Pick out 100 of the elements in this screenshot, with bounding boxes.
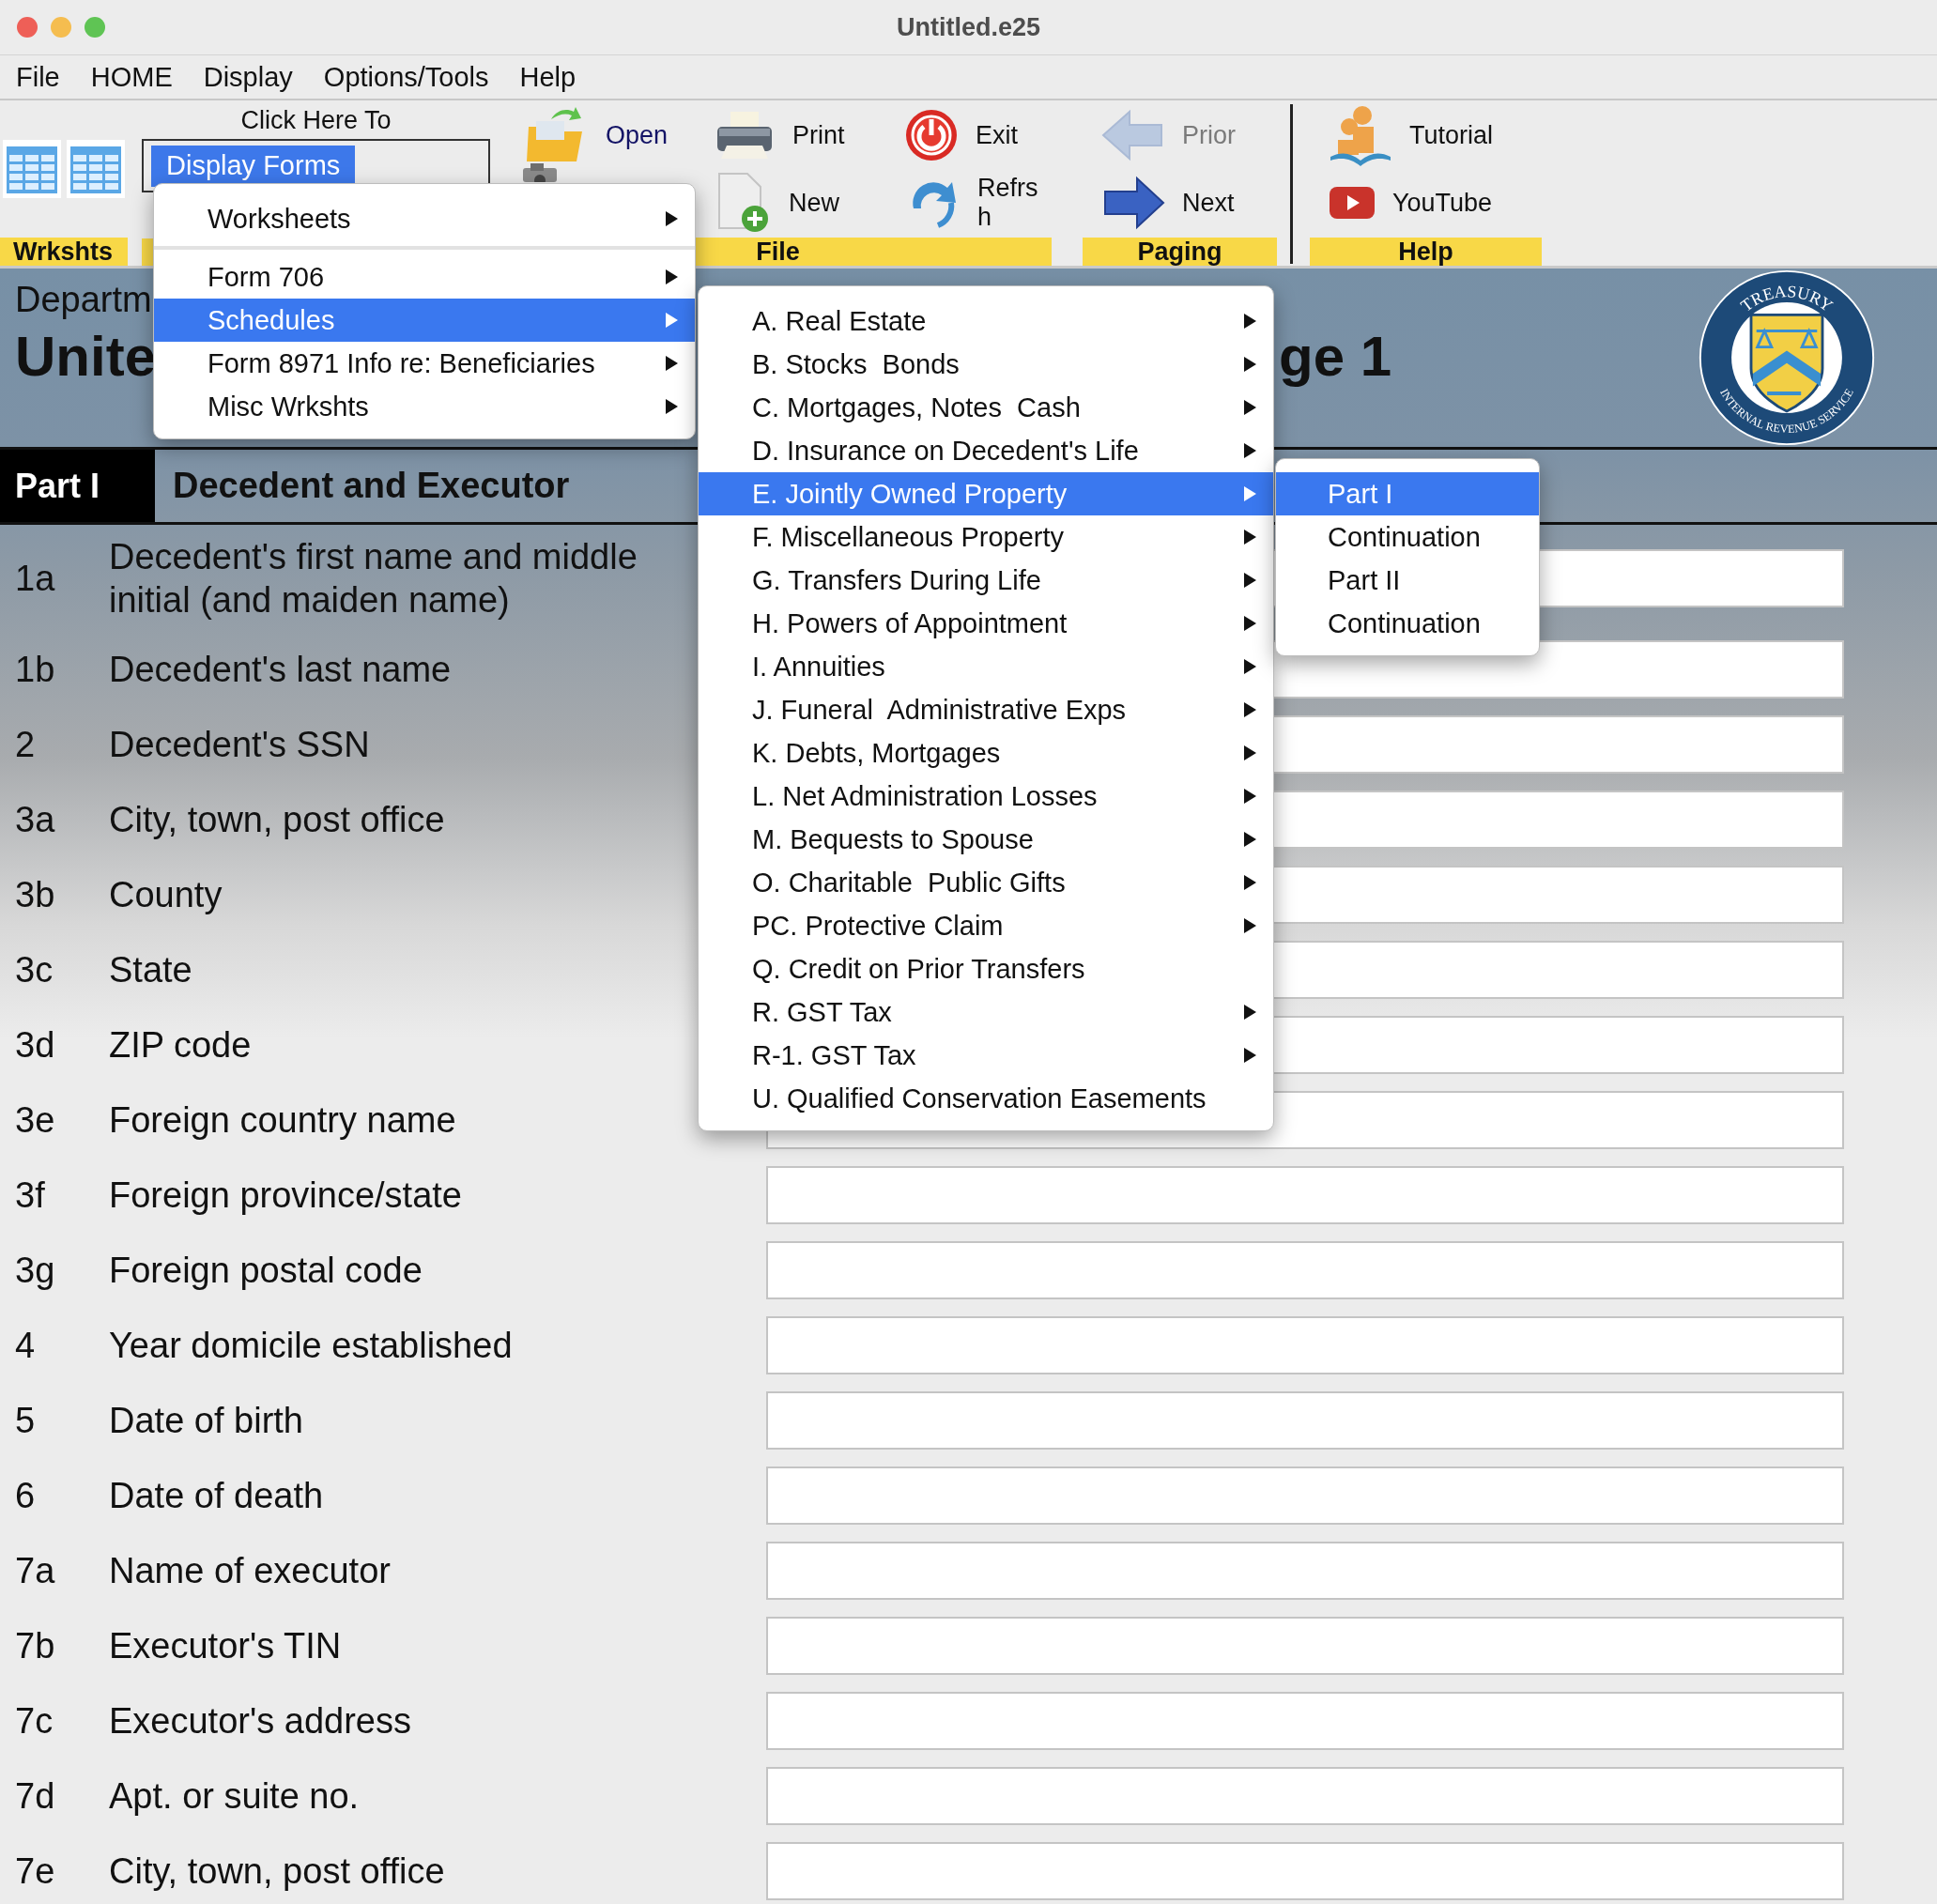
menu-item[interactable]: Worksheets bbox=[154, 197, 695, 240]
menu-item[interactable]: A. Real Estate bbox=[699, 299, 1273, 343]
form-title: ge 1 bbox=[1279, 324, 1392, 389]
field-label: Date of birth bbox=[109, 1400, 303, 1442]
exit-button[interactable]: Exit bbox=[904, 108, 1095, 162]
menu-item[interactable]: F. Miscellaneous Property bbox=[699, 515, 1273, 559]
input-field[interactable] bbox=[766, 1391, 1844, 1450]
line-number: 7c bbox=[15, 1700, 54, 1742]
input-field[interactable] bbox=[766, 1542, 1844, 1600]
submenu-arrow-icon bbox=[666, 269, 678, 284]
print-button[interactable]: Print bbox=[714, 108, 904, 162]
submenu-arrow-icon bbox=[1244, 314, 1256, 329]
spreadsheet-icon[interactable] bbox=[2, 139, 62, 199]
zoom-button[interactable] bbox=[85, 17, 105, 38]
menu-item[interactable]: Part II bbox=[1276, 559, 1539, 602]
line-number: 3a bbox=[15, 799, 55, 840]
field-label: Foreign postal code bbox=[109, 1250, 423, 1292]
menu-item[interactable]: Q. Credit on Prior Transfers bbox=[699, 947, 1273, 990]
submenu-arrow-icon bbox=[666, 313, 678, 328]
menu-item[interactable]: Continuation bbox=[1276, 602, 1539, 645]
field-label: Name of executor bbox=[109, 1550, 391, 1592]
field-label: City, town, post office bbox=[109, 1850, 445, 1893]
menu-item[interactable]: K. Debts, Mortgages bbox=[699, 731, 1273, 775]
youtube-button[interactable]: YouTube bbox=[1329, 186, 1545, 220]
menu-item[interactable]: Misc Wrkshts bbox=[154, 385, 695, 428]
input-field[interactable] bbox=[766, 1842, 1844, 1900]
submenu-arrow-icon bbox=[1244, 745, 1256, 760]
menu-item[interactable]: O. Charitable Public Gifts bbox=[699, 861, 1273, 904]
input-field[interactable] bbox=[766, 1692, 1844, 1750]
spreadsheet-icon[interactable] bbox=[66, 139, 126, 199]
menu-item[interactable]: Form 8971 Info re: Beneficiaries bbox=[154, 342, 695, 385]
line-number: 7d bbox=[15, 1775, 55, 1817]
line-number: 7a bbox=[15, 1550, 55, 1591]
submenu-arrow-icon bbox=[1244, 918, 1256, 933]
menu-item[interactable]: L. Net Administration Losses bbox=[699, 775, 1273, 818]
window-title: Untitled.e25 bbox=[896, 12, 1040, 42]
menu-item[interactable]: PC. Protective Claim bbox=[699, 904, 1273, 947]
input-field[interactable] bbox=[766, 1767, 1844, 1825]
caption-text: Click Here To bbox=[240, 106, 392, 135]
refresh-button[interactable]: Refrs h bbox=[904, 174, 1095, 232]
input-field[interactable] bbox=[766, 1166, 1844, 1224]
submenu-arrow-icon bbox=[666, 399, 678, 414]
field-label: State bbox=[109, 949, 192, 991]
submenu-arrow-icon bbox=[1244, 1005, 1256, 1020]
line-number: 3g bbox=[15, 1250, 55, 1291]
power-icon bbox=[904, 108, 959, 162]
input-field[interactable] bbox=[766, 1617, 1844, 1675]
submenu-arrow-icon bbox=[1244, 789, 1256, 804]
submenu-arrow-icon bbox=[1244, 616, 1256, 631]
menu-item[interactable]: R-1. GST Tax bbox=[699, 1034, 1273, 1077]
input-field[interactable] bbox=[766, 1241, 1844, 1299]
menu-item[interactable]: Part I bbox=[1276, 472, 1539, 515]
menu-item[interactable]: R. GST Tax bbox=[699, 990, 1273, 1034]
form-title: Unite bbox=[15, 324, 156, 389]
tutorial-button[interactable]: Tutorial bbox=[1329, 104, 1545, 166]
input-field[interactable] bbox=[766, 1466, 1844, 1525]
line-number: 4 bbox=[15, 1325, 36, 1366]
submenu-arrow-icon bbox=[1244, 486, 1256, 501]
menu-bar-item[interactable]: File bbox=[16, 61, 60, 93]
menu-item[interactable]: D. Insurance on Decedent's Life bbox=[699, 429, 1273, 472]
reader-icon bbox=[1329, 104, 1392, 166]
input-field[interactable] bbox=[766, 1316, 1844, 1374]
submenu-arrow-icon bbox=[1244, 400, 1256, 415]
close-button[interactable] bbox=[17, 17, 38, 38]
new-button[interactable]: New bbox=[714, 172, 904, 234]
open-button[interactable]: Open bbox=[523, 106, 714, 164]
menu-bar-item[interactable]: HOME bbox=[90, 61, 173, 93]
menu-bar-item[interactable]: Help bbox=[519, 61, 576, 93]
menu-item[interactable]: H. Powers of Appointment bbox=[699, 602, 1273, 645]
video-play-icon bbox=[1329, 186, 1376, 220]
menu-item[interactable]: Schedules bbox=[154, 299, 695, 342]
menu-item[interactable]: J. Funeral Administrative Exps bbox=[699, 688, 1273, 731]
menu-item[interactable]: C. Mortgages, Notes Cash bbox=[699, 386, 1273, 429]
menu-item[interactable]: U. Qualified Conservation Easements bbox=[699, 1077, 1273, 1120]
menu-item[interactable]: G. Transfers During Life bbox=[699, 559, 1273, 602]
menu-item[interactable]: M. Bequests to Spouse bbox=[699, 818, 1273, 861]
field-label: Year domicile established bbox=[109, 1325, 513, 1367]
field-label: City, town, post office bbox=[109, 799, 445, 841]
field-label: Foreign province/state bbox=[109, 1175, 462, 1217]
line-number: 2 bbox=[15, 724, 36, 765]
group-label: Help bbox=[1310, 238, 1542, 266]
next-button[interactable]: Next bbox=[1101, 175, 1289, 231]
line-number: 1b bbox=[15, 649, 55, 690]
minimize-button[interactable] bbox=[51, 17, 71, 38]
display-forms-button[interactable]: Display Forms bbox=[151, 145, 356, 187]
menu-item[interactable]: I. Annuities bbox=[699, 645, 1273, 688]
field-label: Executor's address bbox=[109, 1700, 411, 1743]
line-number: 3c bbox=[15, 949, 54, 990]
menu-bar-item[interactable]: Options/Tools bbox=[323, 61, 489, 93]
menu-item[interactable]: E. Jointly Owned Property bbox=[699, 472, 1273, 515]
menu-bar-item[interactable]: Display bbox=[203, 61, 293, 93]
line-number: 1a bbox=[15, 558, 55, 599]
menu-item[interactable]: B. Stocks Bonds bbox=[699, 343, 1273, 386]
field-label: Foreign country name bbox=[109, 1099, 456, 1142]
menu-item[interactable]: Continuation bbox=[1276, 515, 1539, 559]
submenu-arrow-icon bbox=[1244, 875, 1256, 890]
submenu-arrow-icon bbox=[666, 211, 678, 226]
line-number: 3d bbox=[15, 1024, 55, 1066]
submenu-arrow-icon bbox=[1244, 702, 1256, 717]
field-label: Date of death bbox=[109, 1475, 324, 1517]
